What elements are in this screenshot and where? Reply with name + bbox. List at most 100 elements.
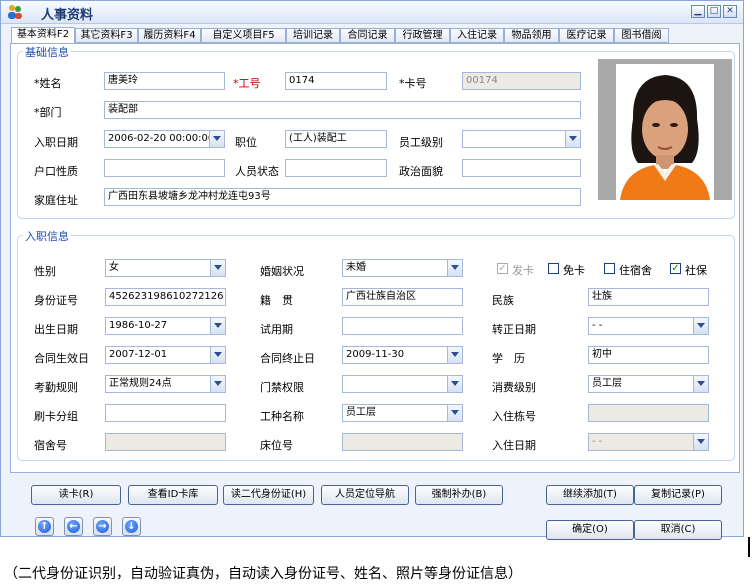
politics-field[interactable] <box>462 159 581 177</box>
birth-picker[interactable]: 1986-10-27 <box>105 317 226 335</box>
birth-label: 出生日期 <box>34 323 78 336</box>
marital-select[interactable]: 未婚 <box>342 259 463 277</box>
status-field[interactable] <box>285 159 387 177</box>
tab-checkin[interactable]: 入住记录 <box>450 28 504 43</box>
free-card-label: 免卡 <box>563 264 585 277</box>
regular-picker[interactable]: - - <box>588 317 709 335</box>
swipe-group-field[interactable] <box>105 404 226 422</box>
regular-label: 转正日期 <box>492 323 536 336</box>
tab-training[interactable]: 培训记录 <box>286 28 340 43</box>
gender-select[interactable]: 女 <box>105 259 226 277</box>
continue-add-button[interactable]: 继续添加(T) <box>546 485 634 505</box>
birth-value: 1986-10-27 <box>109 320 168 331</box>
consume-select[interactable]: 员工层 <box>588 375 709 393</box>
consume-label: 消费级别 <box>492 381 536 394</box>
tab-basic[interactable]: 基本资料F2 <box>11 27 75 44</box>
ok-button[interactable]: 确定(O) <box>546 520 634 540</box>
portrait-image <box>616 64 714 200</box>
social-insurance-label: 社保 <box>685 264 707 277</box>
chevron-down-icon[interactable] <box>210 318 225 334</box>
arrow-down-icon: ↓ <box>125 520 138 533</box>
worktype-select[interactable]: 员工层 <box>342 404 463 422</box>
hukou-field[interactable] <box>104 159 225 177</box>
contract-end-label: 合同终止日 <box>260 352 315 365</box>
worktype-label: 工种名称 <box>260 410 304 423</box>
dept-field[interactable]: 装配部 <box>104 101 581 119</box>
read-card-button[interactable]: 读卡(R) <box>31 485 121 505</box>
chevron-down-icon[interactable] <box>447 260 462 276</box>
title-bar: 人事资料 ▁ □ ✕ <box>1 1 743 24</box>
ethnic-field[interactable]: 壮族 <box>588 288 709 306</box>
view-id-library-button[interactable]: 查看ID卡库 <box>128 485 218 505</box>
joindate-picker[interactable]: 2006-02-20 00:00:00 <box>104 130 225 148</box>
dorm-checkbox[interactable] <box>604 263 615 274</box>
regular-value: - - <box>592 320 603 331</box>
tab-contract[interactable]: 合同记录 <box>340 28 395 43</box>
close-button[interactable]: ✕ <box>723 5 737 18</box>
tab-library[interactable]: 图书借阅 <box>614 28 669 43</box>
level-select[interactable] <box>462 130 581 148</box>
ethnic-label: 民族 <box>492 294 514 307</box>
chevron-down-icon[interactable] <box>209 131 224 147</box>
minimize-button[interactable]: ▁ <box>691 5 705 18</box>
attendance-value: 正常规则24点 <box>109 378 172 389</box>
tab-admin[interactable]: 行政管理 <box>395 28 450 43</box>
chevron-down-icon[interactable] <box>210 260 225 276</box>
tab-items[interactable]: 物品领用 <box>504 28 559 43</box>
marital-label: 婚姻状况 <box>260 265 304 278</box>
next-record-button[interactable]: → <box>93 517 112 536</box>
name-field[interactable]: 唐美玲 <box>104 72 225 90</box>
dept-label: *部门 <box>34 106 62 119</box>
cancel-button[interactable]: 取消(C) <box>634 520 722 540</box>
social-insurance-checkbox[interactable]: ✓ <box>670 263 681 274</box>
room-label: 宿舍号 <box>34 439 67 452</box>
chevron-down-icon[interactable] <box>693 318 708 334</box>
maximize-button[interactable]: □ <box>707 5 721 18</box>
idno-label: 身份证号 <box>34 294 78 307</box>
tab-history[interactable]: 履历资料F4 <box>138 28 201 43</box>
cardno-label: *卡号 <box>399 77 427 90</box>
chevron-down-icon[interactable] <box>447 405 462 421</box>
building-label: 入住栋号 <box>492 410 536 423</box>
last-record-button[interactable]: ↓ <box>122 517 141 536</box>
room-field <box>105 433 226 451</box>
locate-person-button[interactable]: 人员定位导航 <box>321 485 409 505</box>
education-field[interactable]: 初中 <box>588 346 709 364</box>
first-record-button[interactable]: ↑ <box>35 517 54 536</box>
level-label: 员工级别 <box>399 136 443 149</box>
chevron-down-icon[interactable] <box>565 131 580 147</box>
checkin-label: 入住日期 <box>492 439 536 452</box>
position-field[interactable]: (工人)装配工 <box>285 130 387 148</box>
tab-medical[interactable]: 医疗记录 <box>559 28 614 43</box>
door-select[interactable] <box>342 375 463 393</box>
chevron-down-icon[interactable] <box>447 376 462 392</box>
address-field[interactable]: 广西田东县坡塘乡龙冲村龙连屯93号 <box>104 188 581 206</box>
worktype-value: 员工层 <box>346 407 376 418</box>
native-field[interactable]: 广西壮族自治区 <box>342 288 463 306</box>
prev-record-button[interactable]: ← <box>64 517 83 536</box>
chevron-down-icon[interactable] <box>210 347 225 363</box>
tab-other[interactable]: 其它资料F3 <box>75 28 138 43</box>
contract-end-picker[interactable]: 2009-11-30 <box>342 346 463 364</box>
contract-end-value: 2009-11-30 <box>346 349 405 360</box>
chevron-down-icon[interactable] <box>210 376 225 392</box>
attendance-select[interactable]: 正常规则24点 <box>105 375 226 393</box>
basic-info-label: 基础信息 <box>23 44 71 60</box>
probation-field[interactable] <box>342 317 463 335</box>
native-label: 籍 贯 <box>260 294 293 307</box>
read-id-card-button[interactable]: 读二代身份证(H) <box>223 485 314 505</box>
free-card-checkbox[interactable] <box>548 263 559 274</box>
issue-card-label: 发卡 <box>512 264 534 277</box>
idno-field[interactable]: 452623198610272126 <box>105 288 226 306</box>
chevron-down-icon[interactable] <box>693 376 708 392</box>
empno-field[interactable]: 0174 <box>285 72 387 90</box>
chevron-down-icon[interactable] <box>447 347 462 363</box>
contract-start-picker[interactable]: 2007-12-01 <box>105 346 226 364</box>
copy-record-button[interactable]: 复制记录(P) <box>634 485 722 505</box>
force-reissue-button[interactable]: 强制补办(B) <box>415 485 503 505</box>
cardno-field: 00174 <box>462 72 581 90</box>
tab-custom[interactable]: 自定义项目F5 <box>201 28 286 43</box>
name-label: *姓名 <box>34 77 62 90</box>
door-label: 门禁权限 <box>260 381 304 394</box>
arrow-right-icon: → <box>96 520 109 533</box>
